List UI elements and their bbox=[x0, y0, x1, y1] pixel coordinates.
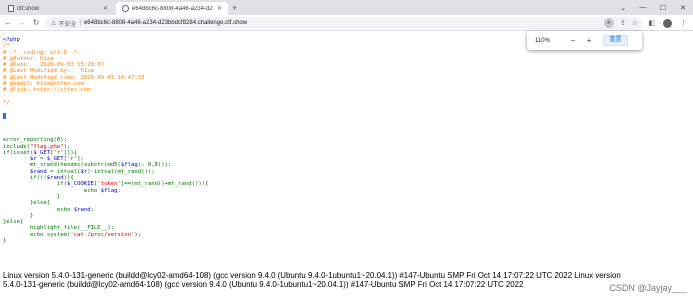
tab-ctfshow[interactable]: ctf.show ✕ bbox=[2, 2, 114, 15]
insecure-label[interactable]: 不安全 bbox=[58, 19, 76, 28]
maximize-icon[interactable]: ☐ bbox=[653, 4, 673, 12]
menu-icon[interactable]: ⋮ bbox=[680, 19, 687, 27]
globe-icon bbox=[122, 5, 129, 12]
warning-icon[interactable]: ⚠ bbox=[51, 20, 56, 27]
tab-title: e648bc6c-8808-4a46-a234-d2 bbox=[132, 5, 213, 12]
tab-title: ctf.show bbox=[17, 5, 40, 12]
new-tab-button[interactable]: + bbox=[232, 2, 237, 15]
toolbar: ← → ↻ ⚠ 不安全 | e648bc6c-8808-4a46-a234-d2… bbox=[0, 15, 693, 31]
share-icon[interactable]: ⇪ bbox=[620, 19, 626, 27]
close-icon[interactable]: ✕ bbox=[217, 5, 222, 12]
address-bar[interactable]: ⚠ 不安全 | e648bc6c-8808-4a46-a234-d23bbdcf… bbox=[45, 17, 642, 29]
window-controls: ⌄ — ☐ ✕ bbox=[613, 0, 693, 15]
minimize-icon[interactable]: — bbox=[633, 4, 653, 11]
avatar[interactable] bbox=[663, 18, 672, 28]
tab-challenge[interactable]: e648bc6c-8808-4a46-a234-d2 ✕ bbox=[116, 2, 228, 15]
php-open-tag: <?php bbox=[3, 37, 20, 43]
url-text[interactable]: e648bc6c-8808-4a46-a234-d23bbdcf8284.cha… bbox=[84, 20, 247, 26]
tab-strip: ctf.show ✕ e648bc6c-8808-4a46-a234-d2 ✕ … bbox=[0, 0, 693, 15]
system-output: Linux version 5.4.0-131-generic (buildd@… bbox=[3, 271, 693, 289]
text-caret bbox=[3, 112, 6, 119]
forward-icon[interactable]: → bbox=[16, 18, 28, 27]
bookmark-star-icon[interactable]: ☆ bbox=[632, 19, 638, 27]
zoom-icon[interactable]: ⌕ bbox=[603, 18, 614, 28]
back-icon[interactable]: ← bbox=[2, 18, 14, 27]
page-icon bbox=[8, 5, 14, 12]
omnibox-icons: ⌕ ⇪ ☆ bbox=[603, 17, 638, 29]
output-line: 5.4.0-131-generic (buildd@lcy02-amd64-10… bbox=[3, 280, 524, 290]
separator: | bbox=[79, 20, 81, 26]
source-code-body: error_reporting(0); include("flag.php");… bbox=[3, 137, 209, 245]
toolbar-right: ◧ ⋮ bbox=[648, 15, 687, 31]
page-content: <?php /* # -*- coding: utf-8 -*- # @Auth… bbox=[0, 31, 693, 299]
zoom-reset-button[interactable]: 重置 bbox=[603, 35, 628, 46]
zoom-popup: 110% − + 重置 bbox=[527, 31, 642, 50]
browser-window: ctf.show ✕ e648bc6c-8808-4a46-a234-d2 ✕ … bbox=[0, 0, 693, 299]
watermark: CSDN @Jayjay___ bbox=[609, 283, 687, 293]
zoom-level: 110% bbox=[535, 37, 550, 44]
source-code-header: <?php /* # -*- coding: utf-8 -*- # @Auth… bbox=[3, 37, 144, 120]
close-icon[interactable]: ✕ bbox=[103, 5, 108, 12]
close-window-icon[interactable]: ✕ bbox=[673, 4, 693, 12]
zoom-in-button[interactable]: + bbox=[581, 36, 597, 45]
reload-icon[interactable]: ↻ bbox=[30, 18, 42, 27]
output-line: Linux version 5.4.0-131-generic (buildd@… bbox=[3, 271, 621, 280]
zoom-out-button[interactable]: − bbox=[565, 36, 581, 45]
header-comment: /* # -*- coding: utf-8 -*- # @Author: h1… bbox=[3, 43, 145, 106]
side-panel-icon[interactable]: ◧ bbox=[648, 19, 655, 27]
tab-search-icon[interactable]: ⌄ bbox=[613, 4, 633, 12]
